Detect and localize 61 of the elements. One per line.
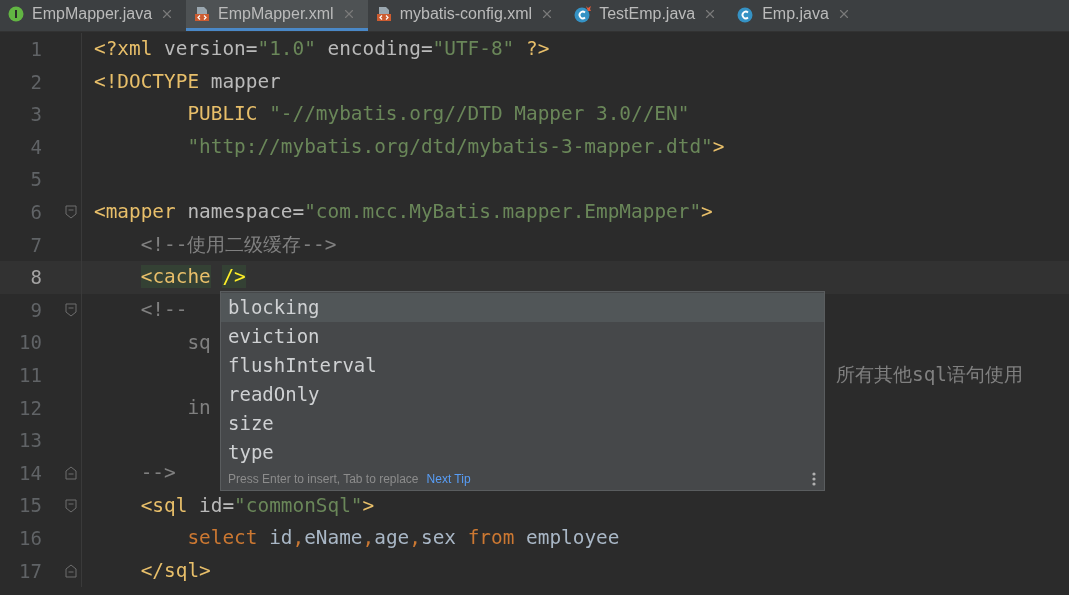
- code-line: in: [186, 394, 211, 421]
- line-number: 4: [29, 134, 42, 160]
- completion-item[interactable]: size: [221, 409, 824, 438]
- code-line: <?xml version="1.0" encoding="UTF-8" ?>: [93, 36, 550, 63]
- code-line: <mapper namespace="com.mcc.MyBatis.mapper.EmpMapper">: [93, 199, 713, 226]
- line-number: 7: [29, 232, 42, 258]
- editor-tab[interactable]: EmpMapper.xml: [186, 0, 368, 31]
- tab-label: mybatis-config.xml: [399, 4, 533, 24]
- code-line: -->: [139, 460, 176, 486]
- editor-tab[interactable]: mybatis-config.xml: [367, 0, 567, 31]
- tab-label: EmpMapper.xml: [218, 4, 334, 24]
- more-icon[interactable]: [812, 471, 816, 486]
- line-number: 9: [29, 297, 42, 323]
- fold-marker-icon[interactable]: [65, 563, 77, 578]
- line-number: 3: [29, 102, 42, 128]
- completion-item[interactable]: blocking: [221, 293, 824, 322]
- hint-text: Press Enter to insert, Tab to replace: [228, 470, 419, 488]
- code-line: PUBLIC "-//mybatis.org//DTD Mapper 3.0//EN": [186, 101, 690, 128]
- line-number: 8: [29, 265, 42, 291]
- line-number: 11: [18, 363, 42, 388]
- line-number: 6: [29, 200, 42, 225]
- line-number: 16: [18, 525, 42, 551]
- line-number: 14: [18, 460, 42, 486]
- fold-marker-icon[interactable]: [65, 466, 77, 480]
- tab-label: EmpMapper.java: [32, 4, 153, 24]
- line-number: 17: [18, 558, 42, 584]
- code-line: "http://mybatis.org/dtd/mybatis-3-mapper.dtd">: [186, 134, 725, 161]
- line-number: 5: [29, 167, 42, 193]
- tab-label: TestEmp.java: [599, 4, 696, 24]
- completion-item[interactable]: readOnly: [221, 380, 824, 409]
- tab-label: Emp.java: [762, 4, 829, 24]
- line-number: 10: [18, 330, 42, 356]
- code-line: <!--使用二级缓存-->: [139, 231, 337, 258]
- editor-tab[interactable]: EmpMapper.java: [0, 0, 187, 31]
- interface-icon: [8, 6, 24, 22]
- fold-marker-icon[interactable]: [65, 205, 77, 220]
- completion-item[interactable]: eviction: [221, 322, 824, 351]
- completion-item[interactable]: flushInterval: [221, 351, 824, 380]
- line-number: 2: [29, 69, 42, 95]
- next-tip-link[interactable]: Next Tip: [426, 469, 471, 488]
- line-number: 1: [29, 37, 42, 63]
- line-number: 15: [18, 493, 42, 519]
- code-line: <!--: [139, 297, 188, 324]
- fold-marker-icon[interactable]: [65, 498, 77, 513]
- fold-marker-icon[interactable]: [65, 303, 77, 318]
- code-line: <sql id="commonSql">: [139, 492, 375, 519]
- editor-tab[interactable]: TestEmp.java: [566, 0, 730, 31]
- class-icon: [737, 5, 755, 23]
- completion-item[interactable]: type: [221, 438, 824, 467]
- code-line: select id,eName,age,sex from employee: [186, 525, 620, 552]
- code-line: <cache />: [139, 264, 246, 291]
- editor-tab[interactable]: Emp.java: [729, 0, 863, 31]
- test-class-icon: [574, 5, 592, 23]
- xml-file-icon: [194, 6, 211, 22]
- line-number: 12: [18, 395, 42, 421]
- code-line: <!DOCTYPE mapper: [93, 68, 281, 95]
- xml-file-icon: [375, 6, 392, 22]
- line-number: 13: [18, 428, 42, 454]
- code-line: sq: [186, 329, 211, 356]
- code-line: </sql>: [139, 557, 211, 584]
- code-line: 所有其他sql语句使用: [835, 362, 1024, 389]
